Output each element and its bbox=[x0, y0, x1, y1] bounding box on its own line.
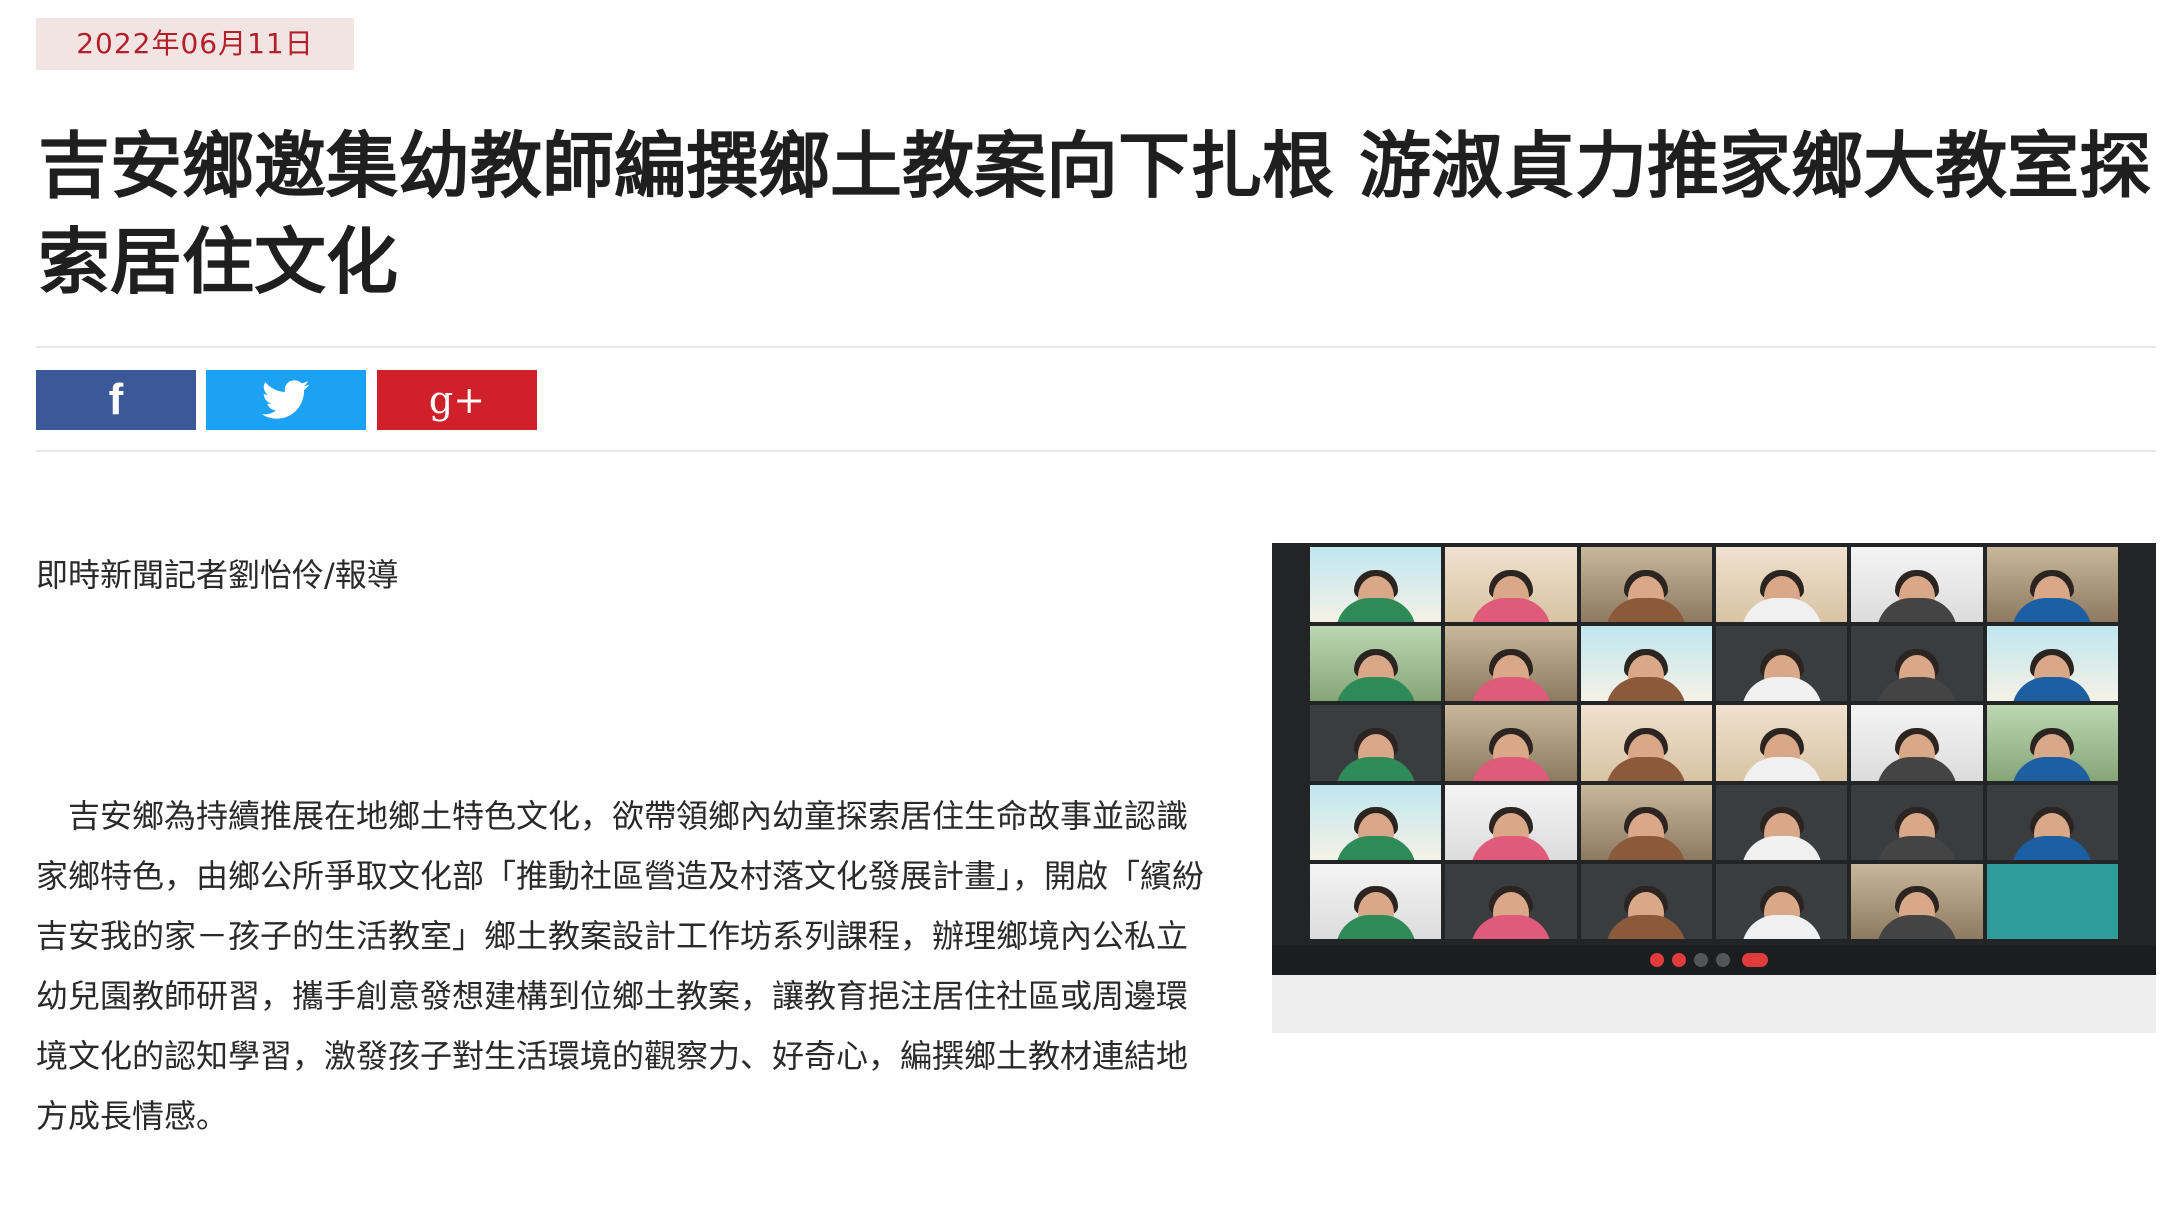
participant-tile bbox=[1715, 863, 1848, 939]
participant-body bbox=[1606, 598, 1687, 623]
video-conference-image bbox=[1272, 543, 2156, 975]
participant-tile bbox=[1580, 863, 1712, 939]
participant-tile bbox=[1310, 705, 1442, 781]
participant-tile bbox=[1310, 863, 1442, 939]
participant-body bbox=[1606, 914, 1687, 939]
participant-tile bbox=[1986, 863, 2118, 939]
participant-tile bbox=[1715, 784, 1848, 860]
participant-tile bbox=[1851, 626, 1983, 702]
participant-body bbox=[1335, 677, 1416, 702]
participant-tile bbox=[1445, 863, 1577, 939]
meeting-toolbar bbox=[1272, 945, 2156, 975]
article-photo[interactable] bbox=[1272, 543, 2156, 1033]
participant-tile bbox=[1986, 547, 2118, 623]
participant-body bbox=[1876, 756, 1957, 781]
mic-icon bbox=[1650, 953, 1664, 967]
twitter-share-button[interactable] bbox=[206, 370, 366, 430]
participant-body bbox=[1876, 835, 1957, 860]
participant-tile bbox=[1445, 705, 1577, 781]
participant-body bbox=[2012, 835, 2093, 860]
participant-body bbox=[1470, 835, 1551, 860]
participant-body bbox=[1470, 914, 1551, 939]
more-icon bbox=[1716, 953, 1730, 967]
facebook-icon: f bbox=[108, 375, 124, 424]
participant-tile bbox=[1986, 784, 2118, 860]
participant-body bbox=[1606, 756, 1687, 781]
participant-tile bbox=[1580, 705, 1712, 781]
participant-body bbox=[2012, 677, 2093, 702]
participant-tile bbox=[1986, 626, 2118, 702]
participant-tile bbox=[1851, 863, 1983, 939]
participant-body bbox=[1335, 598, 1416, 623]
twitter-bird-icon bbox=[262, 380, 310, 419]
article-byline: 即時新聞記者劉怡伶/報導 bbox=[36, 556, 399, 594]
participant-body bbox=[1470, 756, 1551, 781]
participant-body bbox=[1741, 914, 1822, 939]
participant-grid bbox=[1310, 547, 2118, 939]
participant-tile bbox=[1310, 784, 1442, 860]
screen-share-icon bbox=[1694, 953, 1708, 967]
participant-body bbox=[1876, 914, 1957, 939]
participant-tile bbox=[1445, 784, 1577, 860]
participant-tile bbox=[1851, 547, 1983, 623]
participant-tile bbox=[1445, 626, 1577, 702]
participant-body bbox=[1606, 677, 1687, 702]
participant-tile bbox=[1715, 547, 1848, 623]
participant-body bbox=[1741, 598, 1822, 623]
facebook-share-button[interactable]: f bbox=[36, 370, 196, 430]
participant-body bbox=[2012, 756, 2093, 781]
article-body: 吉安鄉為持續推展在地鄉土特色文化，欲帶領鄉內幼童探索居住生命故事並認識家鄉特色，… bbox=[36, 797, 1205, 1135]
participant-tile bbox=[1580, 626, 1712, 702]
camera-icon bbox=[1672, 953, 1686, 967]
participant-body bbox=[1876, 598, 1957, 623]
participant-body bbox=[1335, 756, 1416, 781]
participant-tile bbox=[1715, 626, 1848, 702]
article-date: 2022年06月11日 bbox=[36, 18, 354, 70]
participant-tile bbox=[1986, 705, 2118, 781]
participant-body bbox=[1876, 677, 1957, 702]
participant-tile bbox=[1310, 547, 1442, 623]
participant-body bbox=[2012, 598, 2093, 623]
participant-body bbox=[1335, 914, 1416, 939]
article-title: 吉安鄉邀集幼教師編撰鄉土教案向下扎根 游淑貞力推家鄉大教室探索居住文化 bbox=[38, 124, 2152, 304]
participant-tile bbox=[1580, 547, 1712, 623]
participant-tile bbox=[1851, 784, 1983, 860]
participant-body bbox=[1335, 835, 1416, 860]
participant-body bbox=[1741, 677, 1822, 702]
participant-body bbox=[1741, 835, 1822, 860]
participant-tile bbox=[1851, 705, 1983, 781]
participant-tile bbox=[1715, 705, 1848, 781]
participant-body bbox=[1470, 677, 1551, 702]
googleplus-share-button[interactable]: g+ bbox=[377, 370, 537, 430]
divider-bottom bbox=[36, 450, 2156, 452]
participant-tile bbox=[1580, 784, 1712, 860]
end-call-icon bbox=[1742, 953, 1768, 967]
participant-tile bbox=[1310, 626, 1442, 702]
divider-top bbox=[36, 346, 2156, 348]
google-plus-icon: g+ bbox=[428, 378, 486, 422]
participant-body bbox=[1470, 598, 1551, 623]
participant-body bbox=[1741, 756, 1822, 781]
participant-body bbox=[1606, 835, 1687, 860]
participant-tile bbox=[1445, 547, 1577, 623]
